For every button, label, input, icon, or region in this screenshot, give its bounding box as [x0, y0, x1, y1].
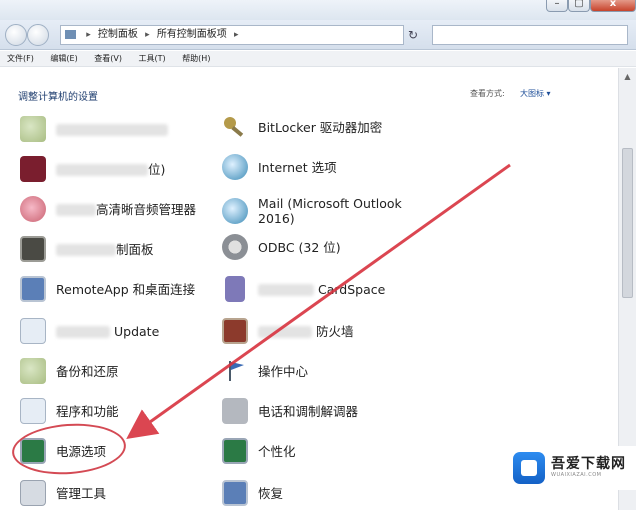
item-label: 管理工具 [56, 485, 107, 501]
item-label: ODBC (32 位) [258, 239, 341, 255]
cp-item-left-2[interactable]: 位) [20, 156, 165, 182]
site-watermark: 吾爱下载网 WUAIXIAZAI.COM [505, 446, 636, 490]
minimize-button[interactable]: – [546, 0, 568, 12]
address-bar[interactable]: ▸ 控制面板 ▸ 所有控制面板项 ▸ ▾ [60, 25, 404, 45]
view-by-dropdown[interactable]: 大图标 ▾ [520, 88, 551, 99]
cp-item-left-4[interactable]: 制面板 [20, 236, 154, 262]
cp-item-recovery[interactable]: 恢复 [222, 480, 283, 506]
cp-item-programs[interactable]: 程序和功能 [20, 398, 119, 424]
flash-icon [20, 156, 46, 182]
chevron-right-icon: ▸ [234, 30, 239, 40]
blurred-text [56, 164, 148, 176]
item-label: 恢复 [258, 485, 284, 501]
key-icon [222, 114, 248, 140]
blurred-text [258, 326, 312, 338]
backup-icon [20, 358, 46, 384]
back-button[interactable] [5, 24, 27, 46]
internet-icon [222, 154, 248, 180]
watermark-subtitle: WUAIXIAZAI.COM [551, 472, 602, 478]
item-label: 防火墙 [315, 323, 354, 339]
admin-tools-icon [20, 480, 46, 506]
programs-icon [20, 398, 46, 424]
item-label: Mail (Microsoft Outlook 2016) [258, 196, 402, 226]
blurred-text [258, 284, 314, 296]
cardspace-icon [225, 276, 245, 302]
cp-item-remoteapp[interactable]: RemoteApp 和桌面连接 [20, 276, 195, 302]
audio-icon [20, 196, 46, 222]
cp-item-mail[interactable]: Mail (Microsoft Outlook 2016) [222, 194, 402, 228]
cp-item-odbc[interactable]: ODBC (32 位) [222, 234, 341, 260]
cp-item-phone-modem[interactable]: 电话和调制解调器 [222, 398, 358, 424]
item-label: 个性化 [258, 443, 296, 459]
mail-icon [222, 198, 248, 224]
menu-view[interactable]: 查看(V) [87, 51, 129, 67]
item-label: 位) [148, 161, 166, 177]
scroll-up-icon[interactable]: ▲ [621, 70, 634, 84]
cp-item-bitlocker[interactable]: BitLocker 驱动器加密 [222, 114, 382, 140]
chevron-right-icon: ▸ [86, 30, 91, 40]
blurred-text [56, 204, 96, 216]
chevron-right-icon: ▸ [145, 30, 150, 40]
item-label: 电话和调制解调器 [258, 403, 359, 419]
item-label: Internet 选项 [258, 159, 337, 175]
control-panel-icon [65, 29, 76, 39]
item-label: 操作中心 [258, 363, 309, 379]
remote-desktop-icon [20, 276, 46, 302]
cp-item-firewall[interactable]: 防火墙 [222, 318, 354, 344]
blurred-text [56, 124, 168, 136]
cp-item-update[interactable]: Update [20, 318, 159, 344]
watermark-title: 吾爱下载网 [551, 456, 626, 472]
breadcrumb-control-panel[interactable]: 控制面板 [98, 29, 138, 40]
menu-edit[interactable]: 编辑(E) [43, 51, 84, 67]
blurred-text [56, 244, 116, 256]
item-label: 程序和功能 [56, 403, 119, 419]
update-icon [20, 318, 46, 344]
page-title: 调整计算机的设置 [18, 92, 98, 103]
odbc-icon [222, 234, 248, 260]
search-input[interactable] [432, 25, 628, 45]
cp-item-left-1[interactable] [20, 116, 168, 142]
forward-button[interactable] [27, 24, 49, 46]
maximize-button[interactable]: ▢ [568, 0, 590, 12]
cp-item-action-center[interactable]: 操作中心 [222, 358, 308, 384]
menu-bar: 文件(F) 编辑(E) 查看(V) 工具(T) 帮助(H) [0, 51, 636, 67]
view-by-label: 查看方式: [470, 89, 505, 98]
close-button[interactable]: x [590, 0, 636, 12]
scrollbar-thumb[interactable] [622, 148, 633, 298]
personalization-icon [222, 438, 248, 464]
vertical-scrollbar[interactable]: ▲ [618, 68, 636, 510]
firewall-icon [222, 318, 248, 344]
refresh-icon[interactable]: ↻ [408, 28, 422, 42]
item-label: BitLocker 驱动器加密 [258, 119, 383, 135]
item-label: 高清晰音频管理器 [96, 201, 197, 217]
phone-modem-icon [222, 398, 248, 424]
item-label: 制面板 [116, 241, 154, 257]
cp-item-personalization[interactable]: 个性化 [222, 438, 296, 464]
display-icon [20, 236, 46, 262]
cp-item-cardspace[interactable]: CardSpace [222, 276, 385, 302]
cp-item-left-3[interactable]: 高清晰音频管理器 [20, 196, 196, 222]
blurred-text [56, 326, 110, 338]
title-bar: – ▢ x [0, 0, 636, 20]
item-label: Update [113, 323, 160, 339]
action-center-icon [222, 358, 248, 384]
cp-item-internet-options[interactable]: Internet 选项 [222, 154, 337, 180]
cp-item-admin-tools[interactable]: 管理工具 [20, 480, 106, 506]
cp-item-backup[interactable]: 备份和还原 [20, 358, 119, 384]
item-label: CardSpace [317, 281, 386, 297]
item-label: 备份和还原 [56, 363, 119, 379]
menu-tools[interactable]: 工具(T) [132, 51, 173, 67]
navigation-bar: ▸ 控制面板 ▸ 所有控制面板项 ▸ ▾ ↻ [0, 20, 636, 50]
photo-icon [20, 116, 46, 142]
menu-file[interactable]: 文件(F) [0, 51, 41, 67]
breadcrumb-all-items[interactable]: 所有控制面板项 [157, 29, 227, 40]
item-label: RemoteApp 和桌面连接 [56, 281, 196, 297]
recovery-icon [222, 480, 248, 506]
site-logo-icon [513, 452, 545, 484]
menu-help[interactable]: 帮助(H) [175, 51, 217, 67]
